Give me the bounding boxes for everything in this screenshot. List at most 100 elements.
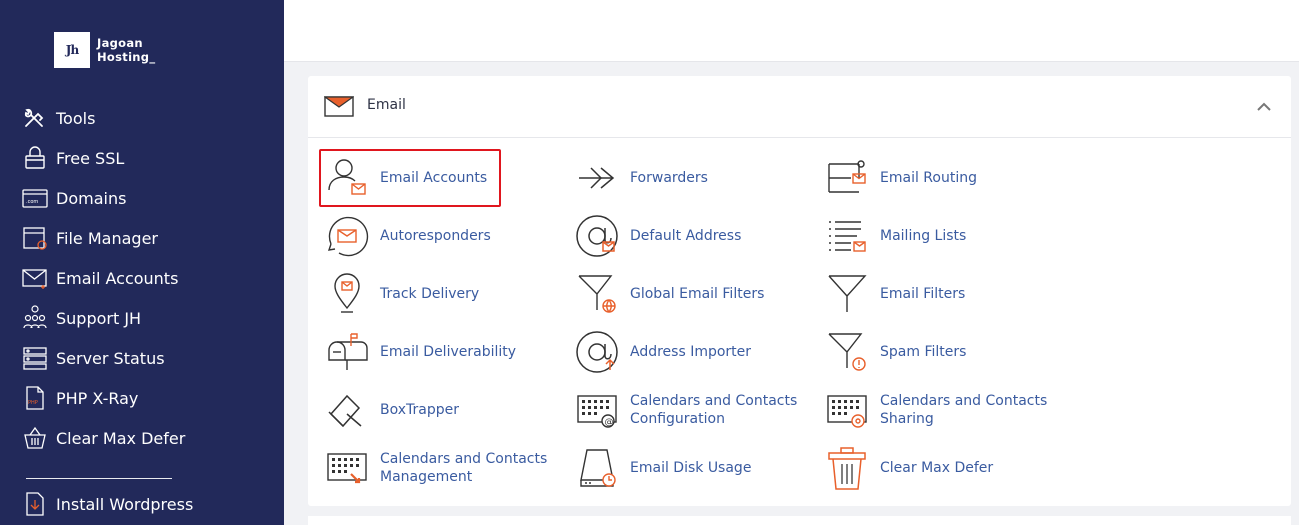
sidebar-item-support-jh[interactable]: Support JH xyxy=(22,303,141,333)
sidebar-divider xyxy=(26,478,172,479)
next-panel-edge xyxy=(308,516,1291,525)
sidebar-item-label: Tools xyxy=(56,108,96,128)
tile-label: Global Email Filters xyxy=(630,286,765,302)
tile-label: Email Routing xyxy=(880,170,977,186)
domain-icon: .com xyxy=(22,185,50,211)
sidebar-item-label: File Manager xyxy=(56,228,158,248)
mailing-lists-icon xyxy=(824,213,870,259)
tile-label: Calendars and Contacts Sharing xyxy=(880,393,1048,427)
panel-title: Email xyxy=(367,97,406,113)
email-accounts-icon xyxy=(324,155,370,201)
email-icon xyxy=(22,265,50,291)
boxtrapper-icon xyxy=(324,387,370,433)
tile-label: Email Accounts xyxy=(380,170,488,186)
sidebar-item-label: Install Wordpress xyxy=(56,494,194,514)
svg-text:.com: .com xyxy=(26,199,38,205)
svg-text:PHP: PHP xyxy=(28,400,38,406)
sidebar-item-install-wordpress[interactable]: Install Wordpress xyxy=(22,489,193,519)
tile-label: Email Deliverability xyxy=(380,344,517,360)
tile-label: Mailing Lists xyxy=(880,228,967,244)
tile-label: Track Delivery xyxy=(380,286,480,302)
tile-email-disk-usage[interactable]: Email Disk Usage xyxy=(574,445,800,491)
basket-icon xyxy=(22,425,50,451)
calendar-config-icon: @ xyxy=(574,387,620,433)
tile-calendars-sharing[interactable]: Calendars and Contacts Sharing xyxy=(824,387,1050,433)
logo-line-1: Jagoan xyxy=(97,36,143,50)
tile-label: BoxTrapper xyxy=(380,402,459,418)
trash-icon xyxy=(824,445,870,491)
forwarders-icon xyxy=(574,155,620,201)
tile-calendars-management[interactable]: Calendars and Contacts Management xyxy=(324,445,550,491)
top-bar xyxy=(284,0,1299,62)
at-sign-icon xyxy=(574,213,620,259)
sidebar-item-php-x-ray[interactable]: PHP PHP X-Ray xyxy=(22,383,138,413)
panel-header[interactable]: Email xyxy=(308,76,1291,138)
tile-spam-filters[interactable]: Spam Filters xyxy=(824,329,1050,375)
disk-usage-icon xyxy=(574,445,620,491)
tile-mailing-lists[interactable]: Mailing Lists xyxy=(824,213,1050,259)
tile-label: Default Address xyxy=(630,228,742,244)
sidebar-item-email-accounts[interactable]: Email Accounts xyxy=(22,263,178,293)
svg-text:@: @ xyxy=(605,418,614,428)
tile-label: Autoresponders xyxy=(380,228,491,244)
autoresponders-icon xyxy=(324,213,370,259)
tile-email-routing[interactable]: Email Routing xyxy=(824,155,1050,201)
tile-autoresponders[interactable]: Autoresponders xyxy=(324,213,550,259)
file-manager-icon xyxy=(22,225,50,251)
sidebar-item-file-manager[interactable]: File Manager xyxy=(22,223,158,253)
spam-filter-icon xyxy=(824,329,870,375)
tile-label: Address Importer xyxy=(630,344,752,360)
tile-default-address[interactable]: Default Address xyxy=(574,213,800,259)
tile-email-accounts[interactable]: Email Accounts xyxy=(324,155,550,201)
lock-icon xyxy=(22,145,50,171)
support-icon xyxy=(22,305,50,331)
tile-label: Email Filters xyxy=(880,286,966,302)
tile-label: Forwarders xyxy=(630,170,708,186)
sidebar-item-label: Support JH xyxy=(56,308,142,328)
envelope-icon xyxy=(323,96,355,121)
mailbox-icon xyxy=(324,329,370,375)
logo-mark: Jh xyxy=(54,32,90,68)
php-file-icon: PHP xyxy=(22,385,50,411)
funnel-icon xyxy=(824,271,870,317)
map-pin-icon xyxy=(324,271,370,317)
download-file-icon xyxy=(22,491,50,517)
tools-icon xyxy=(22,105,50,131)
tile-address-importer[interactable]: Address Importer xyxy=(574,329,800,375)
sidebar-item-clear-max-defer[interactable]: Clear Max Defer xyxy=(22,423,185,453)
sidebar-item-tools[interactable]: Tools xyxy=(22,103,95,133)
tile-global-email-filters[interactable]: Global Email Filters xyxy=(574,271,800,317)
logo-text: Jagoan Hosting_ xyxy=(97,36,155,64)
tile-forwarders[interactable]: Forwarders xyxy=(574,155,800,201)
address-importer-icon xyxy=(574,329,620,375)
tile-label: Calendars and Contacts Configuration xyxy=(630,393,798,427)
sidebar-item-label: Email Accounts xyxy=(56,268,179,288)
tile-label: Clear Max Defer xyxy=(880,460,994,476)
sidebar-item-free-ssl[interactable]: Free SSL xyxy=(22,143,124,173)
calendar-share-icon xyxy=(824,387,870,433)
sidebar-item-label: PHP X-Ray xyxy=(56,388,139,408)
tile-email-deliverability[interactable]: Email Deliverability xyxy=(324,329,550,375)
tile-calendars-config[interactable]: @ Calendars and Contacts Configuration xyxy=(574,387,800,433)
sidebar-item-domains[interactable]: .com Domains xyxy=(22,183,126,213)
chevron-up-icon[interactable] xyxy=(1255,98,1273,116)
tile-boxtrapper[interactable]: BoxTrapper xyxy=(324,387,550,433)
email-routing-icon xyxy=(824,155,870,201)
server-icon xyxy=(22,345,50,371)
sidebar-item-server-status[interactable]: Server Status xyxy=(22,343,165,373)
tile-label: Spam Filters xyxy=(880,344,967,360)
tile-label: Email Disk Usage xyxy=(630,460,752,476)
sidebar-item-label: Domains xyxy=(56,188,127,208)
sidebar-item-label: Clear Max Defer xyxy=(56,428,186,448)
logo-line-2: Hosting_ xyxy=(97,50,156,64)
tile-track-delivery[interactable]: Track Delivery xyxy=(324,271,550,317)
calendar-manage-icon xyxy=(324,445,370,491)
brand-logo[interactable]: Jh Jagoan Hosting_ xyxy=(54,32,155,68)
tile-clear-max-defer[interactable]: Clear Max Defer xyxy=(824,445,1050,491)
sidebar-item-label: Server Status xyxy=(56,348,165,368)
tile-label: Calendars and Contacts Management xyxy=(380,451,548,485)
sidebar: Jh Jagoan Hosting_ Tools Free SSL .com D… xyxy=(0,0,284,525)
global-filter-icon xyxy=(574,271,620,317)
tile-email-filters[interactable]: Email Filters xyxy=(824,271,1050,317)
sidebar-item-label: Free SSL xyxy=(56,148,125,168)
